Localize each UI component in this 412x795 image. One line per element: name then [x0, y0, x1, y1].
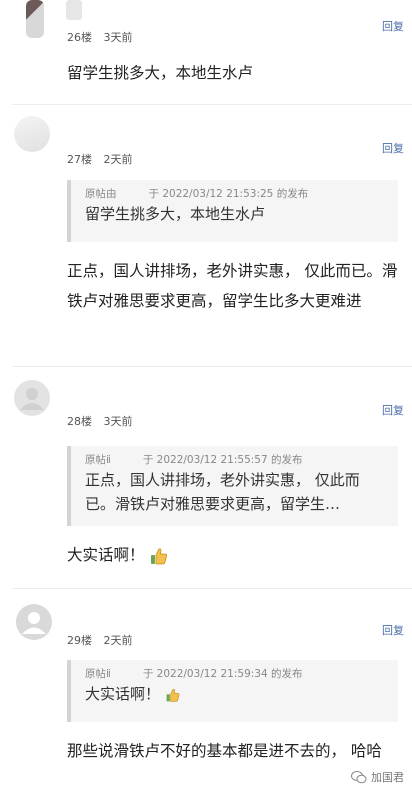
- post-meta: 26楼 3天前: [67, 29, 141, 45]
- reply-button[interactable]: 回复: [382, 140, 404, 156]
- thumbs-up-icon: [166, 688, 180, 702]
- divider: [12, 366, 412, 367]
- post-time: 3天前: [103, 31, 133, 44]
- post-content: 那些说滑铁卢不好的基本都是进不去的， 哈哈: [67, 742, 382, 760]
- post-time: 2天前: [103, 153, 133, 166]
- post-time: 2天前: [103, 634, 133, 647]
- floor-number: 26楼: [67, 31, 92, 44]
- username-blur: [66, 0, 82, 20]
- divider: [12, 104, 412, 105]
- post-content: 正点，国人讲排场，老外讲实惠， 仅此而已。滑铁卢对雅思要求更高，留学生比多大更难…: [67, 262, 398, 310]
- post-meta: 27楼 2天前: [67, 151, 141, 167]
- quote-author: 原帖ⅱ: [85, 454, 111, 466]
- quote-author: 原帖ⅱ: [85, 668, 111, 680]
- quote-text: 正点，国人讲排场，老外讲实惠， 仅此而已。滑铁卢对雅思要求更高，留学生…: [85, 471, 360, 513]
- quote-block: 原帖ⅱ 于 2022/03/12 21:55:57 的发布 正点，国人讲排场，老外…: [67, 446, 398, 526]
- post-content: 大实话啊！: [67, 540, 398, 570]
- floor-number: 27楼: [67, 153, 92, 166]
- avatar[interactable]: [16, 604, 52, 640]
- post-content-text: 大实话啊！: [67, 546, 145, 564]
- reply-button[interactable]: 回复: [382, 402, 404, 418]
- reply-button[interactable]: 回复: [382, 622, 404, 638]
- quote-meta: 原帖ⅱ 于 2022/03/12 21:59:34 的发布: [85, 666, 388, 682]
- avatar[interactable]: [14, 116, 50, 152]
- avatar[interactable]: [14, 380, 50, 416]
- quote-meta: 原帖ⅱ 于 2022/03/12 21:55:57 的发布: [85, 452, 388, 468]
- divider: [12, 588, 412, 589]
- quote-block: 原帖由 于 2022/03/12 21:53:25 的发布 留学生挑多大，本地生水…: [67, 180, 398, 242]
- quote-text-content: 大实话啊！: [85, 685, 161, 703]
- quote-text: 留学生挑多大，本地生水卢: [85, 205, 266, 223]
- quote-timestamp: 于 2022/03/12 21:55:57 的发布: [142, 454, 303, 466]
- quote-timestamp: 于 2022/03/12 21:59:34 的发布: [142, 668, 303, 680]
- reply-button[interactable]: 回复: [382, 18, 404, 34]
- avatar[interactable]: [26, 0, 44, 38]
- quote-meta: 原帖由 于 2022/03/12 21:53:25 的发布: [85, 186, 388, 202]
- post-time: 3天前: [103, 415, 133, 428]
- post-meta: 29楼 2天前: [67, 632, 141, 648]
- default-avatar-icon: [20, 388, 44, 410]
- watermark: 加国君: [351, 769, 404, 785]
- quote-text: 大实话啊！: [85, 682, 388, 706]
- quote-block: 原帖ⅱ 于 2022/03/12 21:59:34 的发布 大实话啊！: [67, 660, 398, 722]
- wechat-logo-icon: [351, 771, 367, 784]
- quote-author: 原帖由: [85, 188, 117, 200]
- post-meta: 28楼 3天前: [67, 413, 141, 429]
- post-content: 留学生挑多大，本地生水卢: [67, 64, 254, 82]
- thumbs-up-icon: [151, 547, 168, 564]
- quote-timestamp: 于 2022/03/12 21:53:25 的发布: [148, 188, 309, 200]
- default-avatar-icon: [16, 604, 52, 640]
- floor-number: 28楼: [67, 415, 92, 428]
- floor-number: 29楼: [67, 634, 92, 647]
- watermark-text: 加国君: [371, 771, 404, 784]
